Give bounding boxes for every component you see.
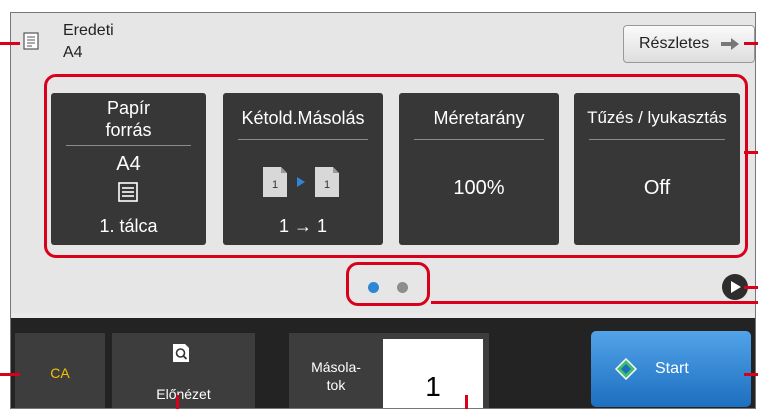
divider	[589, 139, 725, 140]
callout-line-copies	[465, 395, 468, 409]
original-document-icon	[23, 32, 39, 50]
copies-label: Másola- tok	[311, 359, 361, 393]
svg-text:1: 1	[324, 179, 330, 191]
callout-line-next	[744, 286, 758, 289]
play-icon	[731, 281, 741, 293]
callout-line-preview	[176, 395, 179, 409]
zoom-ratio-card[interactable]: Méretarány 100%	[399, 93, 559, 245]
preview-magnifier-icon	[173, 344, 189, 362]
callout-line-original	[0, 42, 20, 45]
copies-control[interactable]: Másola- tok 1	[289, 333, 489, 408]
staple-punch-card[interactable]: Tűzés / lyukasztás Off	[574, 93, 740, 245]
page-dot[interactable]	[397, 282, 408, 293]
details-button-label: Részletes	[639, 35, 710, 52]
original-size: A4	[63, 44, 83, 61]
ca-label: CA	[50, 365, 70, 381]
card-bottom-value: 1. tálca	[99, 216, 158, 236]
copy-mode-screen: Eredeti A4 Részletes Papír forrás A4 1. …	[10, 12, 756, 409]
simplex-copy-icon: 1 1	[263, 167, 339, 197]
preview-label: Előnézet	[156, 386, 211, 402]
pagination-callout	[346, 262, 430, 306]
callout-line-pagination	[431, 301, 758, 304]
copies-count-field[interactable]: 1	[383, 339, 483, 408]
paper-tray-icon	[118, 182, 138, 202]
copies-count-value: 1	[425, 371, 441, 402]
page-dot-active[interactable]	[368, 282, 379, 293]
card-value: 100%	[453, 177, 505, 199]
start-diamond-icon	[615, 358, 637, 380]
card-value: A4	[116, 153, 141, 175]
card-value: Off	[643, 177, 671, 199]
svg-text:1: 1	[272, 179, 278, 191]
start-label: Start	[655, 360, 689, 377]
callout-line-cards	[744, 151, 758, 154]
details-button[interactable]: Részletes	[623, 25, 755, 63]
callout-line-details	[744, 42, 758, 45]
card-title: Kétold.Másolás	[241, 108, 365, 128]
card-bottom-value: 1 → 1	[278, 216, 328, 236]
divider	[414, 139, 544, 140]
divider	[238, 139, 368, 140]
card-title: Papír forrás	[105, 98, 152, 140]
arrow-right-icon	[721, 38, 740, 50]
preview-button[interactable]: Előnézet	[112, 333, 255, 408]
clear-all-button[interactable]: CA	[15, 333, 105, 408]
duplex-copy-card[interactable]: Kétold.Másolás 1 1 1 → 1	[223, 93, 383, 245]
callout-line-ca	[0, 373, 20, 376]
paper-source-card[interactable]: Papír forrás A4 1. tálca	[51, 93, 206, 245]
divider	[66, 145, 191, 146]
original-label: Eredeti	[63, 22, 114, 39]
start-button[interactable]: Start	[591, 331, 751, 407]
card-title: Méretarány	[433, 108, 525, 128]
callout-line-start	[744, 373, 758, 376]
card-title: Tűzés / lyukasztás	[587, 108, 727, 127]
